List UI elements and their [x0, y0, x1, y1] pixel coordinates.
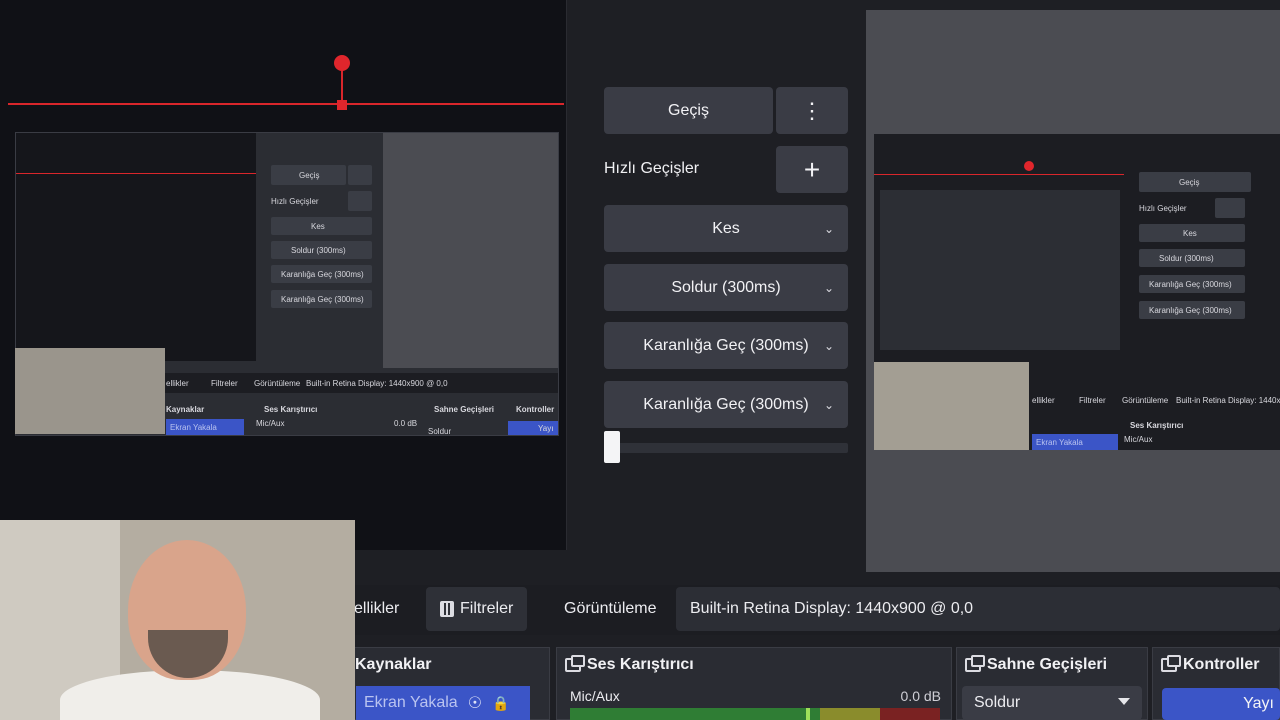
nested-source-item: Ekran Yakala	[166, 419, 244, 435]
nested-item-4: Karanlığa Geç (300ms)	[271, 290, 372, 308]
quick-transition-label: Karanlığa Geç (300ms)	[643, 336, 809, 354]
chevron-down-icon	[1118, 698, 1130, 705]
filters-button-label: Filtreler	[460, 600, 514, 617]
meter-peak-marker	[806, 708, 810, 720]
scene-transitions-dock-title: Sahne Geçişleri	[965, 655, 1108, 674]
preview-red-guide-line	[8, 103, 564, 105]
nested-dock-controls: Kontroller	[516, 405, 555, 414]
nested-webcam-image	[15, 348, 165, 434]
nested-add-button	[348, 191, 372, 211]
mic-volume-meter[interactable]	[570, 708, 940, 720]
add-quick-transition-button[interactable]: +	[776, 146, 848, 193]
meter-red-zone	[880, 708, 940, 720]
controls-dock-title: Kontroller	[1161, 655, 1260, 674]
program-nested-preview	[880, 190, 1120, 350]
filters-button[interactable]: Filtreler	[426, 587, 528, 631]
preview-red-marker-dot[interactable]	[334, 55, 350, 71]
source-item-screen-capture[interactable]: Ekran Yakala ☉ 🔒	[356, 686, 530, 720]
chevron-down-icon[interactable]: ⌄	[824, 222, 834, 236]
program-nested-item-2: Soldur (300ms)	[1139, 249, 1245, 267]
nested-stream-button: Yayı	[508, 421, 558, 435]
sources-dock-title-text: Kaynaklar	[355, 656, 432, 673]
meter-yellow-zone	[820, 708, 880, 720]
display-select-value: Built-in Retina Display: 1440x900 @ 0,0	[690, 600, 974, 617]
program-nested-item-3: Karanlığa Geç (300ms)	[1139, 275, 1245, 293]
nested-db-label: 0.0 dB	[394, 419, 418, 428]
mixer-channel-level: 0.0 dB	[900, 688, 941, 704]
webcam-overlay	[0, 520, 355, 720]
nested-red-line	[16, 173, 256, 174]
nested-gecis-button: Geçiş	[271, 165, 346, 185]
properties-tab[interactable]: ellikler	[354, 587, 399, 631]
start-streaming-label: Yayı	[1243, 695, 1274, 712]
quick-transitions-title: Hızlı Geçişler	[604, 160, 700, 177]
dock-window-icon	[965, 655, 985, 672]
source-item-label: Ekran Yakala	[364, 694, 458, 711]
program-nested-menu	[1215, 172, 1245, 192]
lock-icon[interactable]: 🔒	[492, 695, 509, 712]
transition-type-select[interactable]: Soldur	[962, 686, 1142, 720]
quick-transition-fade-to-black-2[interactable]: Karanlığa Geç (300ms) ⌄	[604, 381, 848, 428]
plus-icon: +	[803, 153, 821, 185]
quick-transition-fade-to-black-1[interactable]: Karanlığa Geç (300ms) ⌄	[604, 322, 848, 369]
transition-menu-button[interactable]: ⋮	[776, 87, 848, 134]
transition-type-value: Soldur	[974, 694, 1021, 711]
properties-tab-label: ellikler	[354, 600, 400, 617]
program-webcam-image	[874, 362, 1029, 450]
quick-transition-label: Soldur (300ms)	[671, 278, 781, 296]
nested-mic-label: Mic/Aux	[256, 419, 285, 428]
filter-icon	[440, 601, 454, 617]
program-nested-item-4: Karanlığa Geç (300ms)	[1139, 301, 1245, 319]
program-red-dot	[1024, 161, 1034, 171]
vertical-dots-icon: ⋮	[801, 97, 823, 123]
display-select[interactable]: Built-in Retina Display: 1440x900 @ 0,0	[676, 587, 1280, 631]
transition-button-label: Geçiş	[668, 101, 709, 119]
nested-program-pane	[383, 133, 558, 368]
transition-slider-track[interactable]	[604, 443, 848, 453]
controls-dock-title-text: Kontroller	[1183, 656, 1260, 673]
program-nested-source: Ekran Yakala	[1032, 434, 1118, 450]
transition-button[interactable]: Geçiş	[604, 87, 773, 134]
nested-menu-button	[348, 165, 372, 185]
program-nested-item-1: Kes	[1139, 224, 1245, 242]
eye-hidden-icon[interactable]: ☉	[468, 693, 482, 713]
audio-mixer-dock-title-text: Ses Karıştırıcı	[587, 656, 694, 673]
display-label: Görüntüleme	[564, 587, 657, 631]
display-label-text: Görüntüleme	[564, 600, 657, 617]
nested-item-1: Kes	[271, 217, 372, 235]
nested-dock-mixer: Ses Karıştırıcı	[264, 405, 318, 414]
sources-dock-title: Kaynaklar	[355, 656, 432, 674]
nested-dock-transitions: Sahne Geçişleri	[434, 405, 495, 414]
nested-dock-sources: Kaynaklar	[166, 405, 205, 414]
chevron-down-icon[interactable]: ⌄	[824, 339, 834, 353]
quick-transition-cut[interactable]: Kes ⌄	[604, 205, 848, 252]
program-nested-add	[1215, 198, 1245, 218]
start-streaming-button[interactable]: Yayı	[1162, 688, 1280, 720]
audio-mixer-dock-title: Ses Karıştırıcı	[565, 655, 694, 674]
chevron-down-icon[interactable]: ⌄	[824, 398, 834, 412]
program-red-line	[874, 174, 1124, 175]
quick-transition-label: Kes	[712, 219, 740, 237]
mixer-channel-name: Mic/Aux	[570, 688, 620, 704]
scene-transitions-dock-title-text: Sahne Geçişleri	[987, 656, 1108, 673]
nested-quick-title: Hızlı Geçişler	[271, 197, 319, 206]
chevron-down-icon[interactable]: ⌄	[824, 281, 834, 295]
dock-window-icon	[565, 655, 585, 672]
program-nested-mic: Mic/Aux	[1124, 435, 1153, 444]
nested-item-3: Karanlığa Geç (300ms)	[271, 265, 372, 283]
preview-red-marker-stem	[341, 66, 343, 104]
quick-transition-fade[interactable]: Soldur (300ms) ⌄	[604, 264, 848, 311]
transition-slider-handle[interactable]	[604, 431, 620, 463]
preview-red-marker-handle[interactable]	[337, 100, 347, 110]
program-nested-quick-title: Hızlı Geçişler	[1139, 204, 1187, 213]
quick-transition-label: Karanlığa Geç (300ms)	[643, 395, 809, 413]
program-nested-dock-mixer: Ses Karıştırıcı	[1130, 421, 1184, 430]
nested-preview-pane	[16, 133, 256, 361]
nested-item-2: Soldur (300ms)	[271, 241, 372, 259]
nested-select: Soldur	[428, 427, 452, 436]
dock-window-icon	[1161, 655, 1181, 672]
